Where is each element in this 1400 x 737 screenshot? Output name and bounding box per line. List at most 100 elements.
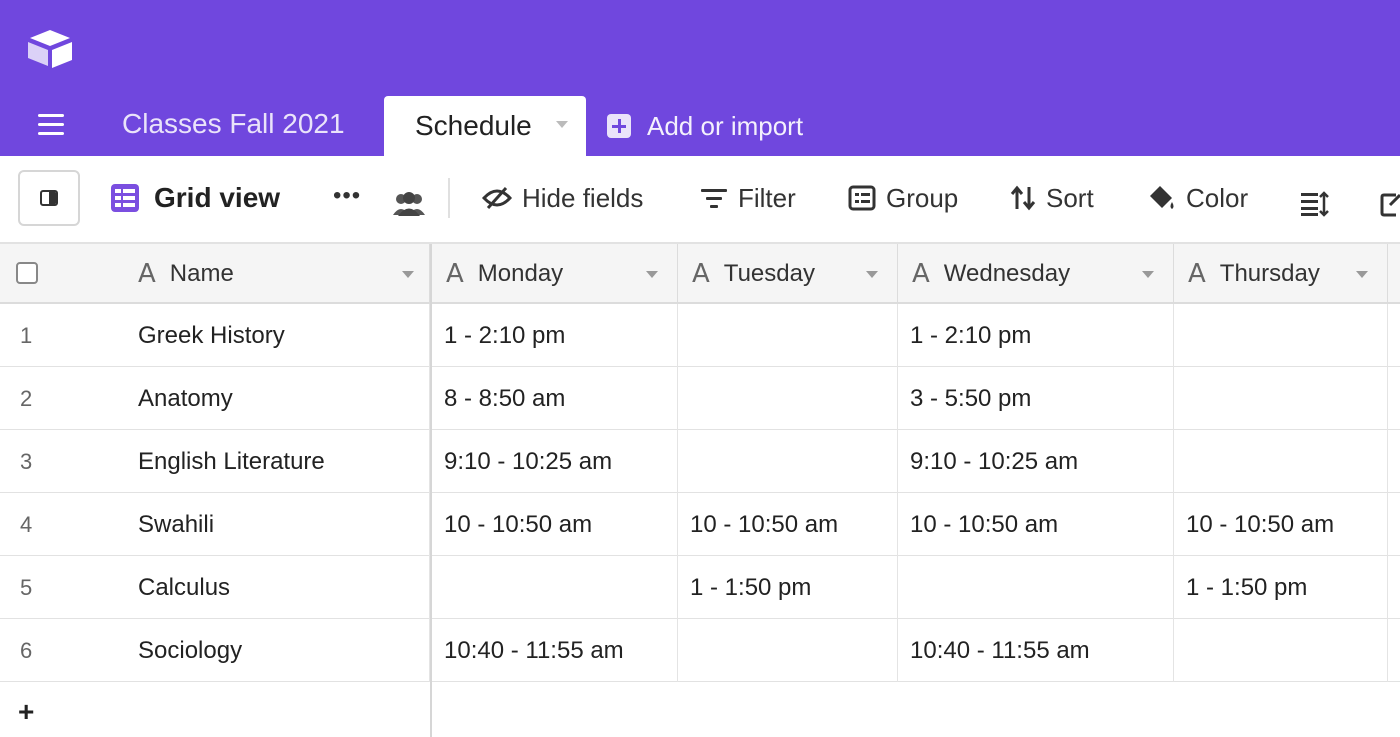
sort-button[interactable]: Sort [1010,180,1094,216]
row-number: 3 [20,448,33,474]
filter-button[interactable]: Filter [700,180,796,216]
view-switcher[interactable]: Grid view [110,180,280,216]
filter-icon [701,189,727,208]
grid-header-row: A Name A Monday A Tuesday A Wednesday A … [0,244,1400,304]
cell-thursday[interactable]: 1 - 1:50 pm [1174,556,1388,619]
cell-monday[interactable]: 9:10 - 10:25 am [432,430,678,493]
table-row[interactable]: 1 Greek History 1 - 2:10 pm 1 - 2:10 pm [0,304,1400,367]
cell-thursday[interactable]: 10 - 10:50 am [1174,493,1388,556]
group-button[interactable]: Group [848,180,958,216]
cell-name[interactable]: Calculus [138,556,430,619]
cell-monday[interactable]: 10:40 - 11:55 am [432,619,678,682]
column-header-name[interactable]: A Name [0,244,430,304]
cell-monday[interactable]: 10 - 10:50 am [432,493,678,556]
color-label: Color [1186,182,1249,213]
cell-thursday[interactable] [1174,304,1388,367]
toolbar-divider [448,178,450,218]
cell-thursday[interactable] [1174,619,1388,682]
app-logo-icon[interactable] [26,28,74,70]
grid-view-icon [111,184,139,212]
cell-wednesday[interactable]: 10:40 - 11:55 am [898,619,1174,682]
cell-tuesday[interactable] [678,367,898,430]
group-icon [848,185,876,211]
tab-schedule[interactable]: Schedule [384,96,586,158]
chevron-down-icon[interactable] [1356,271,1368,278]
sort-label: Sort [1046,182,1094,213]
column-header-tuesday[interactable]: A Tuesday [678,244,898,304]
table-row[interactable]: 6 Sociology 10:40 - 11:55 am 10:40 - 11:… [0,619,1400,682]
view-toolbar: Grid view ••• Hide fields Filter Group S… [0,156,1400,244]
row-height-icon[interactable] [1300,186,1330,222]
select-all-checkbox[interactable] [16,262,38,284]
column-header-monday[interactable]: A Monday [432,244,678,304]
row-number: 2 [20,385,33,411]
cell-tuesday[interactable] [678,619,898,682]
column-header-label: Monday [477,260,564,287]
frozen-column-divider[interactable] [430,244,432,737]
top-bar: Classes Fall 2021 Schedule Add or import [0,0,1400,158]
text-field-icon: A [692,259,710,289]
color-button[interactable]: Color [1146,180,1248,216]
base-name[interactable]: Classes Fall 2021 [122,108,345,140]
table-row[interactable]: 3 English Literature 9:10 - 10:25 am 9:1… [0,430,1400,493]
cell-tuesday[interactable]: 1 - 1:50 pm [678,556,898,619]
column-header-label: Tuesday [723,260,815,287]
cell-name[interactable]: Swahili [138,493,430,556]
cell-wednesday[interactable]: 10 - 10:50 am [898,493,1174,556]
text-field-icon: A [138,259,156,289]
collaborators-icon[interactable] [392,186,426,222]
hide-fields-label: Hide fields [522,182,644,213]
row-number: 6 [20,637,33,663]
add-row-button[interactable]: + [18,696,34,728]
text-field-icon: A [1188,259,1206,289]
cell-name[interactable]: English Literature [138,430,430,493]
cell-name[interactable]: Anatomy [138,367,430,430]
text-field-icon: A [446,259,464,289]
sidebar-toggle-icon [40,190,58,206]
more-options-icon[interactable]: ••• [333,182,361,210]
chevron-down-icon[interactable] [556,121,568,128]
cell-tuesday[interactable]: 10 - 10:50 am [678,493,898,556]
cell-wednesday[interactable]: 9:10 - 10:25 am [898,430,1174,493]
column-header-label: Thursday [1219,260,1320,287]
chevron-down-icon[interactable] [1142,271,1154,278]
filter-label: Filter [738,182,796,213]
tab-schedule-label: Schedule [415,110,532,141]
table-row[interactable]: 5 Calculus 1 - 1:50 pm 1 - 1:50 pm [0,556,1400,619]
share-icon[interactable] [1380,186,1400,222]
cell-tuesday[interactable] [678,430,898,493]
row-number: 5 [20,574,33,600]
cell-name[interactable]: Greek History [138,304,430,367]
add-or-import-button[interactable]: Add or import [607,108,803,144]
cell-name[interactable]: Sociology [138,619,430,682]
hide-fields-icon [482,186,512,210]
text-field-icon: A [912,259,930,289]
column-header-label: Wednesday [943,260,1071,287]
cell-wednesday[interactable] [898,556,1174,619]
cell-thursday[interactable] [1174,367,1388,430]
view-name: Grid view [154,182,281,213]
chevron-down-icon[interactable] [402,271,414,278]
cell-monday[interactable]: 8 - 8:50 am [432,367,678,430]
cell-monday[interactable]: 1 - 2:10 pm [432,304,678,367]
table-row[interactable]: 2 Anatomy 8 - 8:50 am 3 - 5:50 pm [0,367,1400,430]
add-or-import-label: Add or import [647,110,804,141]
cell-wednesday[interactable]: 1 - 2:10 pm [898,304,1174,367]
cell-wednesday[interactable]: 3 - 5:50 pm [898,367,1174,430]
hamburger-menu-icon[interactable] [38,114,64,136]
hide-fields-button[interactable]: Hide fields [482,180,643,216]
sidebar-toggle-button[interactable] [18,170,80,226]
row-number: 4 [20,511,33,537]
chevron-down-icon[interactable] [866,271,878,278]
group-label: Group [886,182,959,213]
cell-monday[interactable] [432,556,678,619]
cell-thursday[interactable] [1174,430,1388,493]
column-header-wednesday[interactable]: A Wednesday [898,244,1174,304]
table-row[interactable]: 4 Swahili 10 - 10:50 am 10 - 10:50 am 10… [0,493,1400,556]
cell-tuesday[interactable] [678,304,898,367]
color-bucket-icon [1150,186,1174,209]
chevron-down-icon[interactable] [646,271,658,278]
column-header-label: Name [169,260,234,287]
sort-icon [1010,185,1036,211]
column-header-thursday[interactable]: A Thursday [1174,244,1388,304]
